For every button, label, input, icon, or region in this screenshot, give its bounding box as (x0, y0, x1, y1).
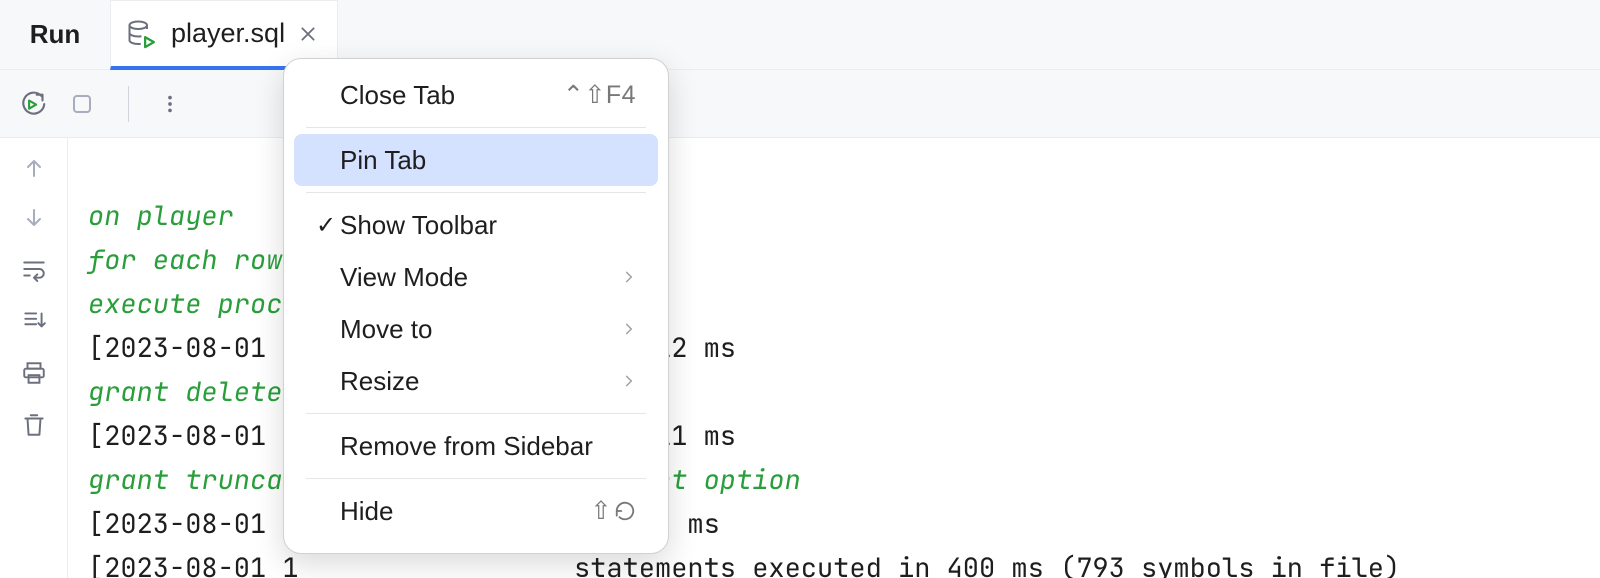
trash-icon[interactable] (21, 412, 47, 438)
menu-separator (306, 192, 646, 193)
menu-item-label: View Mode (340, 262, 622, 293)
database-run-icon (127, 19, 157, 49)
menu-remove-sidebar[interactable]: Remove from Sidebar (294, 420, 658, 472)
menu-shortcut: ⌃⇧F4 (563, 80, 636, 110)
print-icon[interactable] (21, 360, 47, 386)
menu-move-to[interactable]: Move to (294, 303, 658, 355)
main-row: on player for each row execute proce [20… (0, 138, 1600, 578)
menu-item-label: Pin Tab (340, 145, 636, 176)
menu-item-label: Close Tab (340, 80, 563, 111)
toolbar-divider (128, 86, 129, 122)
check-icon: ✓ (312, 211, 340, 240)
menu-item-label: Move to (340, 314, 622, 345)
menu-separator (306, 413, 646, 414)
chevron-right-icon (622, 322, 636, 336)
stop-icon[interactable] (70, 92, 94, 116)
arrow-up-icon[interactable] (22, 156, 46, 180)
console-line: on player (88, 198, 234, 234)
menu-item-label: Hide (340, 496, 591, 527)
more-vertical-icon[interactable] (159, 91, 181, 117)
rerun-icon[interactable] (18, 90, 46, 118)
header-bar: Run player.sql (0, 0, 1600, 70)
tab-context-menu: Close Tab ⌃⇧F4 Pin Tab ✓ Show Toolbar Vi… (283, 58, 669, 554)
menu-pin-tab[interactable]: Pin Tab (294, 134, 658, 186)
menu-close-tab[interactable]: Close Tab ⌃⇧F4 (294, 69, 658, 121)
console-line: [2023-08-01 1 statements executed in 400… (88, 550, 1400, 578)
menu-item-label: Show Toolbar (340, 210, 636, 241)
menu-resize[interactable]: Resize (294, 355, 658, 407)
scroll-to-end-icon[interactable] (21, 308, 47, 334)
shortcut-text: ⇧ (591, 497, 612, 525)
chevron-right-icon (622, 374, 636, 388)
arrow-down-icon[interactable] (22, 206, 46, 230)
left-sidebar (0, 138, 68, 578)
menu-separator (306, 127, 646, 128)
run-panel-label: Run (0, 0, 110, 69)
menu-view-mode[interactable]: View Mode (294, 251, 658, 303)
console-line: for each row (88, 242, 282, 278)
chevron-right-icon (622, 270, 636, 284)
console-toolbar (0, 70, 1600, 138)
menu-item-label: Resize (340, 366, 622, 397)
menu-item-label: Remove from Sidebar (340, 431, 636, 462)
menu-shortcut: ⇧ (591, 496, 636, 526)
menu-show-toolbar[interactable]: ✓ Show Toolbar (294, 199, 658, 251)
soft-wrap-icon[interactable] (21, 256, 47, 282)
console-line: execute proce (88, 286, 299, 322)
tab-label: player.sql (171, 18, 285, 49)
menu-hide[interactable]: Hide ⇧ (294, 485, 658, 537)
menu-separator (306, 478, 646, 479)
close-icon[interactable] (299, 25, 317, 43)
